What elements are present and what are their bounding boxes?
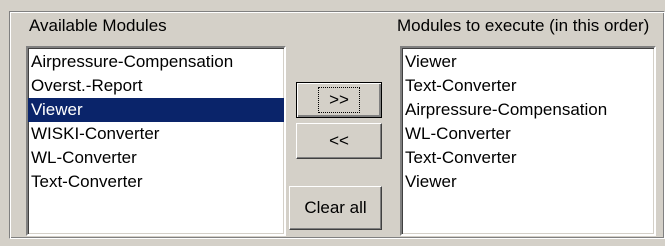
- available-list-item[interactable]: Viewer: [28, 98, 284, 122]
- execute-modules-label: Modules to execute (in this order): [397, 16, 650, 35]
- execute-list-item[interactable]: Viewer: [402, 50, 654, 74]
- available-modules-label: Available Modules: [29, 16, 167, 35]
- clear-all-button[interactable]: Clear all: [289, 186, 382, 230]
- execute-list-item[interactable]: WL-Converter: [402, 122, 654, 146]
- execute-list-item[interactable]: Airpressure-Compensation: [402, 98, 654, 122]
- available-list-item[interactable]: WISKI-Converter: [28, 122, 284, 146]
- available-list-item[interactable]: Text-Converter: [28, 170, 284, 194]
- clear-all-button-label: Clear all: [304, 198, 367, 217]
- execute-list-item[interactable]: Text-Converter: [402, 146, 654, 170]
- available-list-item[interactable]: Overst.-Report: [28, 74, 284, 98]
- available-list-item[interactable]: Airpressure-Compensation: [28, 50, 284, 74]
- add-module-button[interactable]: >>: [296, 82, 382, 118]
- execute-list-item[interactable]: Text-Converter: [402, 74, 654, 98]
- available-list-item[interactable]: WL-Converter: [28, 146, 284, 170]
- available-modules-list[interactable]: Airpressure-Compensation Overst.-Report Vi…: [26, 46, 286, 236]
- remove-module-button[interactable]: <<: [296, 123, 382, 159]
- execute-modules-list[interactable]: Viewer Text-Converter Airpressure-Compensa…: [400, 46, 656, 236]
- remove-module-button-label: <<: [329, 131, 349, 150]
- execute-list-item[interactable]: Viewer: [402, 170, 654, 194]
- add-module-button-label: >>: [318, 87, 360, 113]
